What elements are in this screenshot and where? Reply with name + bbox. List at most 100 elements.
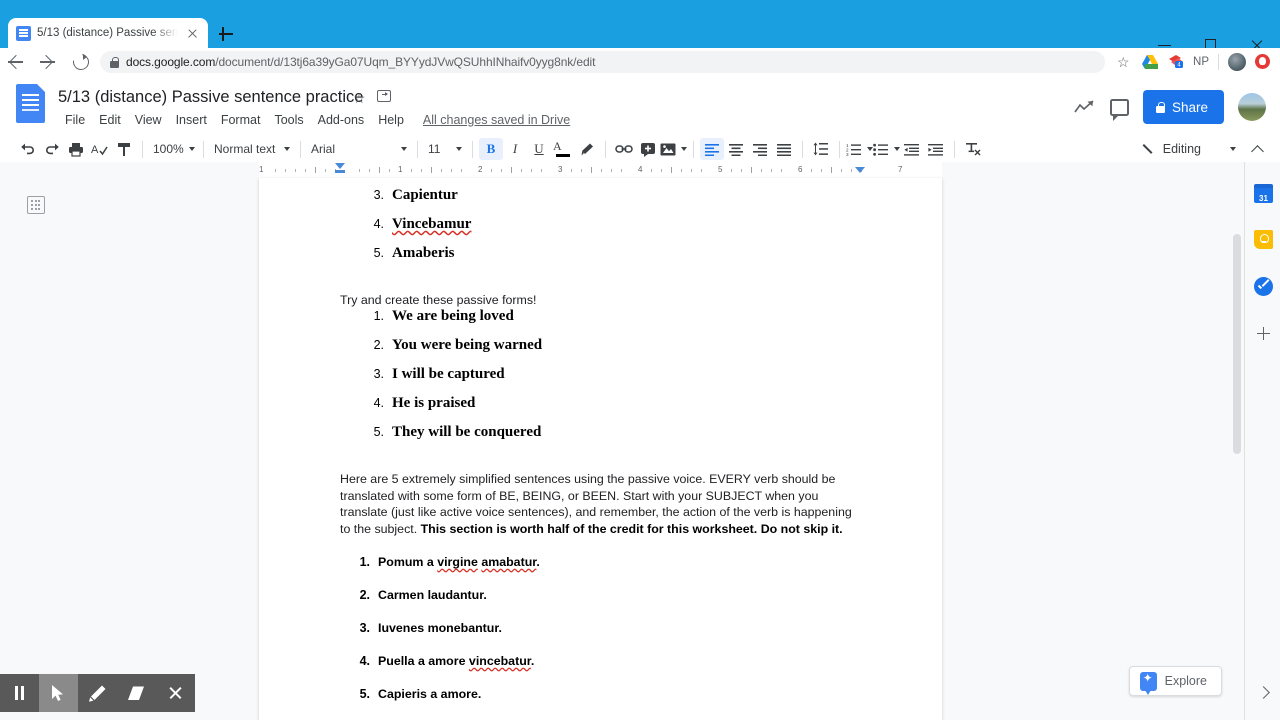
menu-view[interactable]: View: [128, 111, 169, 129]
account-avatar[interactable]: [1238, 93, 1266, 121]
menu-insert[interactable]: Insert: [169, 111, 214, 129]
list-item[interactable]: 2. You were being warned: [362, 338, 543, 353]
add-app-icon[interactable]: [1257, 327, 1270, 340]
redo-icon[interactable]: [40, 138, 64, 160]
list-item[interactable]: 5. They will be conquered: [362, 425, 542, 440]
horizontal-ruler[interactable]: 1 1 2 3 4 5 6 7: [259, 162, 942, 178]
menu-file[interactable]: File: [58, 111, 92, 129]
list-item[interactable]: 3. I will be captured: [362, 367, 505, 382]
document-outline-toggle-icon[interactable]: [27, 196, 45, 214]
close-tab-icon[interactable]: [184, 25, 200, 41]
browser-tab[interactable]: 5/13 (distance) Passive sentence: [8, 18, 208, 48]
extension-np-label[interactable]: NP: [1189, 56, 1213, 68]
decrease-indent-icon[interactable]: [900, 138, 924, 160]
explore-button[interactable]: Explore: [1128, 666, 1222, 696]
toolbar-divider: [300, 140, 301, 158]
move-to-folder-icon[interactable]: [377, 90, 391, 102]
hide-menus-chevron-up-icon[interactable]: [1248, 140, 1266, 158]
menu-tools[interactable]: Tools: [267, 111, 310, 129]
list-item[interactable]: 1. Pomum a virgine amabatur.: [348, 555, 540, 569]
save-status[interactable]: All changes saved in Drive: [423, 113, 570, 127]
profile-avatar-small[interactable]: [1224, 49, 1250, 75]
back-icon[interactable]: [0, 48, 32, 76]
expand-rail-chevron-icon[interactable]: [1257, 686, 1269, 698]
bold-button[interactable]: B: [479, 138, 503, 160]
google-calendar-icon[interactable]: 31: [1254, 184, 1273, 203]
insert-image-icon[interactable]: [660, 138, 687, 160]
right-indent-marker[interactable]: [855, 167, 865, 173]
list-item[interactable]: 3. Capientur: [362, 188, 458, 203]
list-item[interactable]: 5. Amaberis: [362, 246, 455, 261]
highlight-color-icon[interactable]: [575, 138, 599, 160]
menu-edit[interactable]: Edit: [92, 111, 128, 129]
align-center-button[interactable]: [724, 138, 748, 160]
text-color-button[interactable]: A: [551, 138, 575, 160]
print-icon[interactable]: [64, 138, 88, 160]
share-button[interactable]: Share: [1142, 90, 1224, 124]
reload-icon[interactable]: [64, 48, 96, 76]
document-title[interactable]: 5/13 (distance) Passive sentence practic…: [58, 88, 363, 107]
menu-format[interactable]: Format: [214, 111, 268, 129]
activity-dashboard-icon[interactable]: [1074, 98, 1096, 116]
font-size-selector[interactable]: 11: [424, 138, 466, 160]
align-right-button[interactable]: [748, 138, 772, 160]
extension-red-icon[interactable]: [1250, 49, 1276, 75]
list-item[interactable]: 3. Iuvenes monebantur.: [348, 621, 502, 635]
left-indent-marker[interactable]: [335, 170, 345, 173]
star-document-icon[interactable]: ☆: [353, 90, 366, 107]
bulleted-list-icon[interactable]: [873, 138, 900, 160]
new-tab-button[interactable]: [216, 24, 236, 44]
list-number: 3.: [373, 188, 384, 202]
google-keep-icon[interactable]: [1254, 230, 1273, 249]
numbered-list-icon[interactable]: 123: [846, 138, 873, 160]
line-spacing-icon[interactable]: [809, 138, 833, 160]
list-item[interactable]: 4. Puella a amore vincebatur.: [348, 654, 535, 668]
pen-tool-button[interactable]: [78, 674, 117, 712]
google-tasks-icon[interactable]: [1254, 277, 1273, 296]
document-page[interactable]: 3. Capientur 4. Vincebamur 5. Amaberis T…: [259, 178, 942, 720]
list-item[interactable]: 2. Carmen laudantur.: [348, 588, 487, 602]
extension-badge-icon[interactable]: 4: [1163, 49, 1189, 75]
insert-link-icon[interactable]: [612, 138, 636, 160]
pencil-icon: [1142, 142, 1156, 156]
editing-mode-selector[interactable]: Editing: [1136, 138, 1242, 160]
google-drive-extension-icon[interactable]: [1137, 49, 1163, 75]
menu-addons[interactable]: Add-ons: [311, 111, 372, 129]
paragraph-style-selector[interactable]: Normal text: [210, 138, 294, 160]
justify-button[interactable]: [772, 138, 796, 160]
menu-help[interactable]: Help: [371, 111, 411, 129]
cursor-tool-button[interactable]: [39, 674, 78, 712]
address-bar[interactable]: docs.google.com/document/d/13tj6a39yGa07…: [100, 51, 1106, 73]
forward-icon[interactable]: [32, 48, 64, 76]
spellcheck-icon[interactable]: A: [88, 138, 112, 160]
eraser-tool-button[interactable]: [117, 674, 156, 712]
tab-title: 5/13 (distance) Passive sentence: [37, 27, 178, 39]
paint-format-icon[interactable]: [112, 138, 136, 160]
share-button-label: Share: [1171, 99, 1208, 115]
browser-window: 5/13 (distance) Passive sentence docs.go…: [0, 0, 1280, 720]
list-item[interactable]: 1. We are being loved: [362, 309, 514, 324]
close-recorder-button[interactable]: [156, 674, 195, 712]
align-left-button[interactable]: [700, 138, 724, 160]
add-comment-icon[interactable]: [636, 138, 660, 160]
google-docs-logo-icon[interactable]: [16, 84, 45, 123]
list-item[interactable]: 4. Vincebamur: [362, 216, 472, 232]
undo-icon[interactable]: [16, 138, 40, 160]
increase-indent-icon[interactable]: [924, 138, 948, 160]
list-item[interactable]: 4. He is praised: [362, 396, 476, 411]
font-family-selector[interactable]: Arial: [307, 138, 411, 160]
scrollbar-thumb[interactable]: [1233, 234, 1241, 454]
italic-button[interactable]: I: [503, 138, 527, 160]
first-line-indent-marker[interactable]: [335, 163, 345, 169]
zoom-selector[interactable]: 100%: [149, 138, 197, 160]
comment-history-icon[interactable]: [1109, 98, 1129, 121]
clear-formatting-icon[interactable]: [961, 138, 985, 160]
document-workspace: 1 1 2 3 4 5 6 7 3. Capientur 4. Vincebam…: [0, 162, 1280, 720]
list-item-text: Vincebamur: [392, 216, 472, 232]
underline-button[interactable]: U: [527, 138, 551, 160]
pause-recording-button[interactable]: [0, 674, 39, 712]
bookmark-star-icon[interactable]: ☆: [1111, 49, 1137, 75]
list-item[interactable]: 5. Capieris a amore.: [348, 687, 482, 701]
lock-icon: [110, 57, 119, 68]
vertical-scrollbar[interactable]: [1230, 162, 1244, 720]
